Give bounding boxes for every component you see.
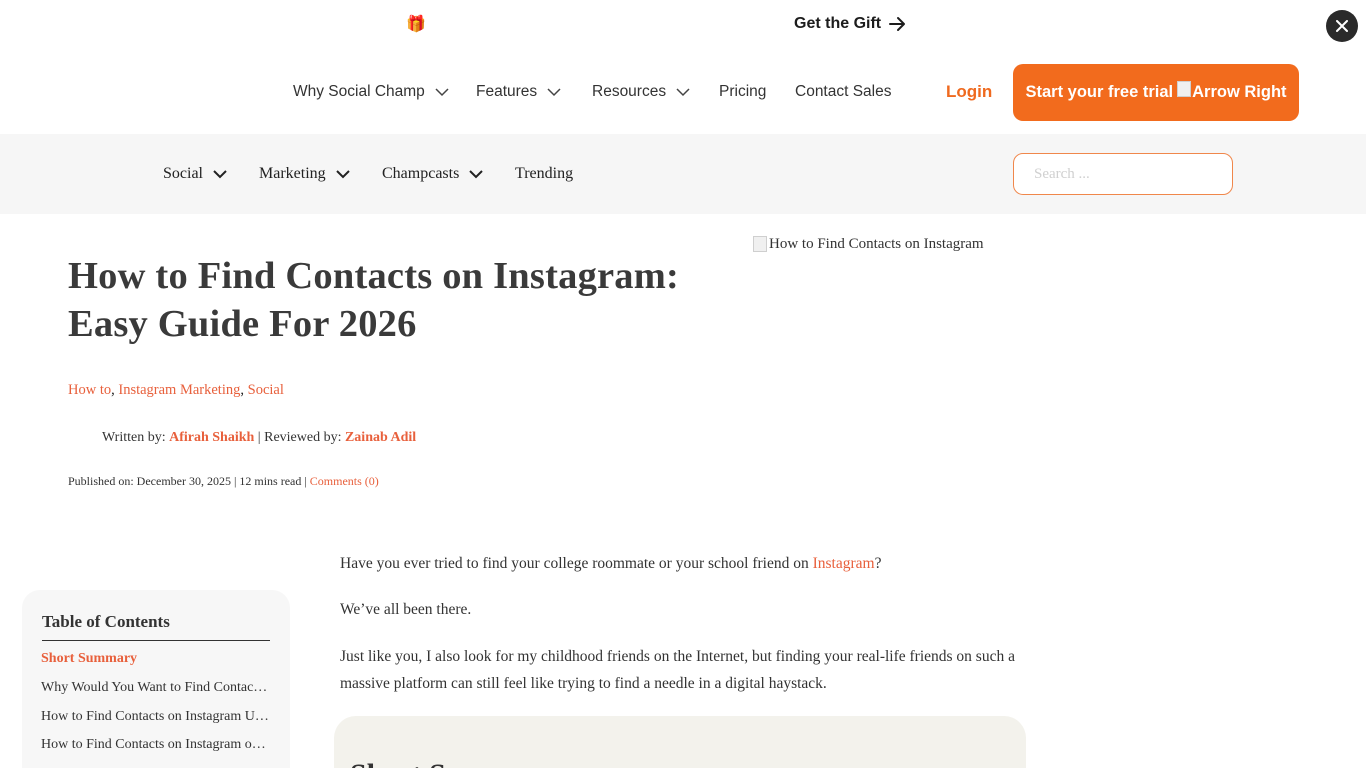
sub-nav-item-champcasts[interactable]: Champcasts <box>382 165 484 183</box>
category-link-how-to[interactable]: How to <box>68 382 111 398</box>
nav-item-features[interactable]: Features <box>476 83 561 101</box>
chevron-down-icon <box>435 88 449 97</box>
category-link-instagram-marketing[interactable]: Instagram Marketing <box>118 382 240 398</box>
instagram-link[interactable]: Instagram <box>813 555 875 572</box>
comments-link[interactable]: Comments (0) <box>310 474 379 488</box>
arrow-right-icon <box>889 17 906 31</box>
chevron-down-icon <box>335 170 350 179</box>
category-link-social[interactable]: Social <box>248 382 284 398</box>
chevron-down-icon <box>676 88 690 97</box>
toc-item[interactable]: How to Find Contacts on Instagram on Des… <box>41 737 271 753</box>
nav-item-why-social-champ[interactable]: Why Social Champ <box>293 83 449 101</box>
short-summary-box: Short Summary <box>334 716 1026 768</box>
toc-item[interactable]: How to Find Contacts on Instagram Using … <box>41 709 271 725</box>
search-input[interactable] <box>1013 153 1233 195</box>
sub-nav-label: Trending <box>515 165 574 182</box>
written-by-label: Written by: <box>102 430 166 445</box>
broken-image-icon <box>1177 80 1192 97</box>
toc-item-short-summary[interactable]: Short Summary <box>41 651 271 667</box>
nav-item-label: Why Social Champ <box>293 83 425 100</box>
broken-image-icon <box>753 236 767 252</box>
get-gift-label: Get the Gift <box>794 15 882 32</box>
nav-item-resources[interactable]: Resources <box>592 83 690 101</box>
arrow-right-alt-text: Arrow Right <box>1192 83 1287 101</box>
nav-item-label: Pricing <box>719 83 767 100</box>
close-promo-button[interactable] <box>1326 10 1358 42</box>
sub-nav-label: Marketing <box>259 165 326 182</box>
gift-icon: 🎁 <box>406 16 426 33</box>
body-paragraph: Just like you, I also look for my childh… <box>340 648 1015 692</box>
sub-nav-item-trending[interactable]: Trending <box>515 165 573 183</box>
table-of-contents: Table of Contents Short Summary Why Woul… <box>22 590 290 768</box>
main-nav: Why Social Champ Features Resources Pric… <box>0 52 1366 134</box>
nav-item-label: Features <box>476 83 538 100</box>
hero-image-alt-text: How to Find Contacts on Instagram <box>769 236 984 252</box>
article-title: How to Find Contacts on Instagram: Easy … <box>68 255 680 345</box>
article-byline: Written by: Afirah Shaikh | Reviewed by:… <box>102 430 416 446</box>
sub-nav-label: Champcasts <box>382 165 460 182</box>
arrow-right-icon: Arrow Right <box>1177 80 1287 102</box>
nav-item-pricing[interactable]: Pricing <box>719 83 766 101</box>
blog-category-nav: Social Marketing Champcasts Trending <box>0 134 1366 214</box>
sub-nav-item-social[interactable]: Social <box>163 165 227 183</box>
start-free-trial-button[interactable]: Start your free trial Arrow Right <box>1013 64 1299 121</box>
close-icon <box>1336 20 1348 32</box>
toc-title: Table of Contents <box>42 612 270 641</box>
reviewer-link[interactable]: Zainab Adil <box>345 430 416 445</box>
author-link[interactable]: Afirah Shaikh <box>169 430 254 445</box>
sub-nav-label: Social <box>163 165 203 182</box>
reviewed-by-label: | Reviewed by: <box>257 430 342 445</box>
summary-heading: Short Summary <box>350 758 556 768</box>
nav-item-contact-sales[interactable]: Contact Sales <box>795 83 892 101</box>
chevron-down-icon <box>469 170 484 179</box>
published-info: Published on: December 30, 2025 | 12 min… <box>68 474 307 488</box>
get-gift-link[interactable]: Get the Gift <box>794 14 907 34</box>
toc-item[interactable]: Why Would You Want to Find Contacts on I… <box>41 680 271 696</box>
sub-nav-item-marketing[interactable]: Marketing <box>259 165 350 183</box>
article-meta: Published on: December 30, 2025 | 12 min… <box>68 474 379 489</box>
promo-bar: 🎁 Get the Gift <box>0 0 1366 52</box>
body-paragraph: We’ve all been there. <box>340 601 472 618</box>
chevron-down-icon <box>547 88 561 97</box>
body-paragraph: Have you ever tried to find your college… <box>340 555 882 572</box>
hero-image: How to Find Contacts on Instagram <box>753 236 984 253</box>
nav-item-label: Contact Sales <box>795 83 892 100</box>
trial-button-label: Start your free trial <box>1025 83 1174 101</box>
chevron-down-icon <box>213 170 227 179</box>
article-categories: How to, Instagram Marketing, Social <box>68 382 284 398</box>
nav-item-label: Resources <box>592 83 667 100</box>
login-link[interactable]: Login <box>946 82 992 102</box>
